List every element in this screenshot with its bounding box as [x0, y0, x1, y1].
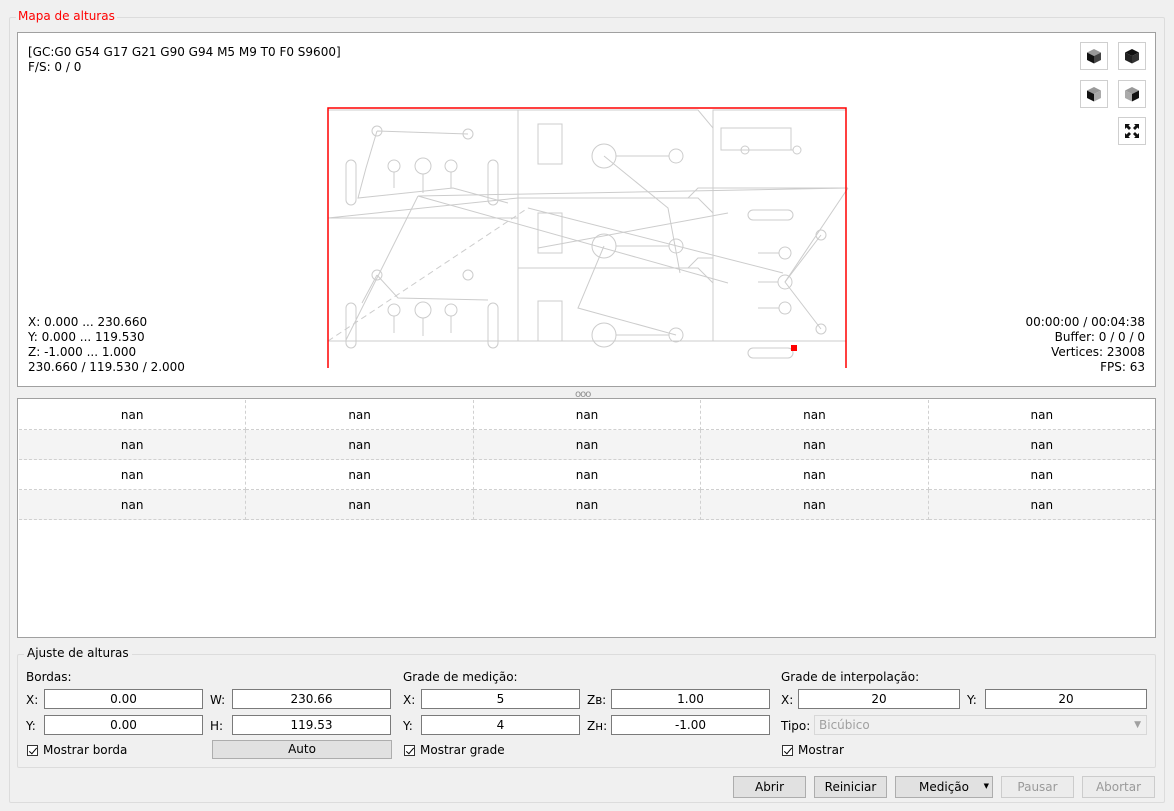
view-front-button[interactable]	[1080, 80, 1108, 108]
table-cell[interactable]: nan	[701, 430, 929, 460]
table-cell[interactable]: nan	[246, 490, 474, 520]
range-x-text: X: 0.000 ... 230.660	[28, 315, 148, 329]
interp-type-select[interactable]: Bicúbico ▼	[814, 715, 1147, 735]
toolpath-drawing	[327, 107, 849, 368]
border-y-label: Y:	[26, 719, 36, 733]
table-row: nan nan nan nan nan	[19, 490, 1156, 520]
vertices-text: Vertices: 23008	[1051, 345, 1145, 359]
interp-y-input[interactable]: 20	[985, 689, 1147, 709]
abort-button[interactable]: Abortar	[1082, 776, 1155, 798]
table-cell[interactable]: nan	[246, 460, 474, 490]
border-x-input[interactable]: 0.00	[44, 689, 203, 709]
probe-zh-label: Zʜ:	[587, 719, 608, 733]
interp-y-label: Y:	[967, 693, 977, 707]
probe-x-input[interactable]: 5	[421, 689, 580, 709]
heightmap-group-title: Mapa de alturas	[16, 9, 117, 23]
table-row: nan nan nan nan nan	[19, 460, 1156, 490]
fit-view-button[interactable]	[1118, 117, 1146, 145]
border-w-label: W:	[210, 693, 226, 707]
fps-text: FPS: 63	[1100, 360, 1145, 374]
table-row: nan nan nan nan nan	[19, 400, 1156, 430]
probe-zb-label: Zʙ:	[587, 693, 607, 707]
checkbox-check-icon	[404, 744, 415, 756]
table-cell[interactable]: nan	[19, 400, 247, 430]
feed-speed-text: F/S: 0 / 0	[28, 60, 82, 74]
heightmap-table[interactable]: nan nan nan nan nan nan nan nan nan nan …	[17, 398, 1156, 638]
probe-y-label: Y:	[403, 719, 413, 733]
checkbox-check-icon	[782, 744, 793, 756]
table-row: nan nan nan nan nan	[19, 430, 1156, 460]
table-cell[interactable]: nan	[701, 400, 929, 430]
probe-grid-label: Grade de medição:	[403, 670, 518, 684]
view-front-icon	[1087, 87, 1101, 102]
table-cell[interactable]: nan	[473, 490, 702, 520]
auto-button[interactable]: Auto	[212, 740, 392, 759]
gcode-state-text: [GC:G0 G54 G17 G21 G90 G94 M5 M9 T0 F0 S…	[28, 45, 341, 59]
show-interp-checkbox[interactable]: Mostrar	[782, 743, 844, 757]
show-border-checkbox[interactable]: Mostrar borda	[27, 743, 127, 757]
table-cell[interactable]: nan	[928, 430, 1156, 460]
border-h-input[interactable]: 119.53	[232, 715, 391, 735]
chevron-down-icon: ▼	[1134, 720, 1141, 730]
table-cell[interactable]: nan	[928, 490, 1156, 520]
borders-label: Bordas:	[26, 670, 72, 684]
table-cell[interactable]: nan	[19, 490, 247, 520]
border-x-label: X:	[26, 693, 39, 707]
interp-x-input[interactable]: 20	[798, 689, 960, 709]
interp-type-value: Bicúbico	[819, 718, 870, 732]
border-y-input[interactable]: 0.00	[44, 715, 203, 735]
view-iso-button[interactable]	[1080, 42, 1108, 70]
open-button[interactable]: Abrir	[733, 776, 806, 798]
reset-button[interactable]: Reiniciar	[814, 776, 887, 798]
table-cell[interactable]: nan	[246, 400, 474, 430]
range-z-text: Z: -1.000 ... 1.000	[28, 345, 137, 359]
gcode-viewer[interactable]: [GC:G0 G54 G17 G21 G90 G94 M5 M9 T0 F0 S…	[17, 32, 1156, 387]
table-cell[interactable]: nan	[473, 460, 702, 490]
table-cell[interactable]: nan	[473, 400, 702, 430]
view-left-button[interactable]	[1118, 80, 1146, 108]
table-cell[interactable]: nan	[928, 460, 1156, 490]
view-left-icon	[1125, 87, 1139, 102]
dropdown-arrow-icon: ▼	[983, 782, 989, 790]
interp-type-label: Tipo:	[781, 719, 811, 733]
table-cell[interactable]: nan	[19, 460, 247, 490]
buffer-text: Buffer: 0 / 0 / 0	[1054, 330, 1145, 344]
fit-view-icon	[1125, 124, 1139, 138]
view-iso-icon	[1087, 49, 1101, 64]
table-cell[interactable]: nan	[246, 430, 474, 460]
show-grid-label: Mostrar grade	[420, 743, 505, 757]
probe-button[interactable]: Medição ▼	[895, 776, 993, 798]
range-y-text: Y: 0.000 ... 119.530	[28, 330, 145, 344]
size-text: 230.660 / 119.530 / 2.000	[28, 360, 185, 374]
probe-zb-input[interactable]: 1.00	[611, 689, 770, 709]
height-adjust-group	[17, 654, 1156, 768]
table-cell[interactable]: nan	[928, 400, 1156, 430]
table-cell[interactable]: nan	[701, 460, 929, 490]
probe-y-input[interactable]: 4	[421, 715, 580, 735]
interp-x-label: X:	[781, 693, 794, 707]
probe-button-label: Medição	[919, 780, 969, 794]
pause-button[interactable]: Pausar	[1001, 776, 1074, 798]
table-cell[interactable]: nan	[473, 430, 702, 460]
view-top-button[interactable]	[1118, 42, 1146, 70]
show-grid-checkbox[interactable]: Mostrar grade	[404, 743, 505, 757]
probe-x-label: X:	[403, 693, 416, 707]
table-cell[interactable]: nan	[701, 490, 929, 520]
interp-grid-label: Grade de interpolação:	[781, 670, 920, 684]
height-adjust-title: Ajuste de alturas	[24, 646, 132, 660]
show-border-label: Mostrar borda	[43, 743, 128, 757]
checkbox-check-icon	[27, 744, 38, 756]
time-text: 00:00:00 / 00:04:38	[1025, 315, 1145, 329]
probe-zh-input[interactable]: -1.00	[611, 715, 770, 735]
border-h-label: H:	[210, 719, 224, 733]
border-w-input[interactable]: 230.66	[232, 689, 391, 709]
table-cell[interactable]: nan	[19, 430, 247, 460]
show-interp-label: Mostrar	[798, 743, 844, 757]
view-top-icon	[1125, 49, 1139, 64]
